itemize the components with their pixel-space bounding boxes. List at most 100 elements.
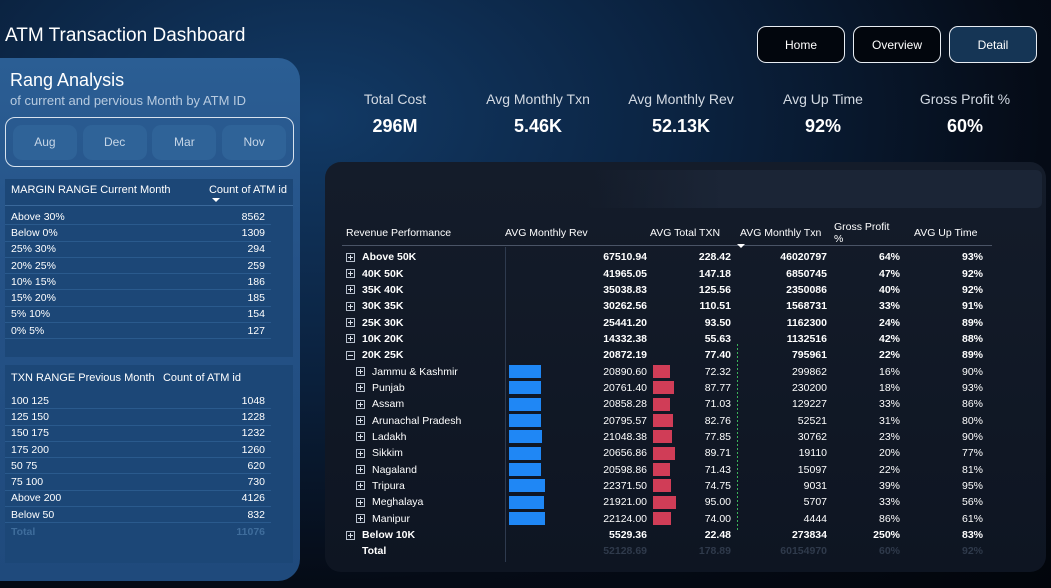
expand-icon[interactable] [356,367,365,377]
txn-range-row[interactable]: 75 100 730 [5,474,271,491]
txn-range-row[interactable]: Above 200 4126 [5,491,271,508]
matrix-group-row[interactable]: 10K 20K 14332.38 55.63 1132516 42% 88% [342,331,992,347]
avg-total-txn-cell: 125.56 [650,284,734,296]
expand-icon[interactable] [346,530,355,540]
matrix-child-row[interactable]: Nagaland 20598.86 71.43 15097 22% 81% [342,461,992,477]
month-chip-dec[interactable]: Dec [82,124,147,160]
txn-range-row[interactable]: 125 150 1228 [5,409,271,426]
margin-range-row[interactable]: 0% 5% 127 [5,323,271,340]
avg-total-txn-cell: 87.77 [650,381,734,395]
avg-up-time-value: 92% [961,545,983,558]
expand-icon[interactable] [346,334,355,344]
avg-total-txn-cell: 228.42 [650,251,734,263]
expand-icon[interactable] [356,416,365,426]
margin-range-row[interactable]: 10% 15% 186 [5,274,271,291]
txn-range-count: 832 [247,508,265,521]
txn-range-column-header[interactable]: TXN RANGE Previous Month [11,372,155,384]
month-chip-mar[interactable]: Mar [152,124,217,160]
txn-range-row[interactable]: Below 50 832 [5,507,271,524]
col-header-avg-monthly-txn[interactable]: AVG Monthly Txn [734,227,830,248]
col-header-avg-up-time[interactable]: AVG Up Time [910,227,985,239]
expand-icon[interactable] [356,465,365,475]
matrix-child-row[interactable]: Jammu & Kashmir 20890.60 72.32 299862 16% 90% [342,363,992,379]
count-column-header-txn[interactable]: Count of ATM id [163,372,241,384]
matrix-group-row[interactable]: 25K 30K 25441.20 93.50 1162300 24% 89% [342,314,992,330]
txn-range-row[interactable]: 100 125 1048 [5,393,271,410]
gross-profit-cell: 22% [830,464,910,476]
matrix-child-row[interactable]: Ladakh 21048.38 77.85 30762 23% 90% [342,429,992,445]
detail-button[interactable]: Detail [949,26,1037,63]
margin-range-row[interactable]: 25% 30% 294 [5,242,271,258]
expand-icon[interactable] [356,383,365,393]
avg-monthly-rev-cell: 41965.05 [505,268,650,280]
avg-monthly-rev-cell: 20890.60 [505,365,650,379]
matrix-group-row[interactable]: 20K 25K 20872.19 77.40 795961 22% 89% [342,347,992,363]
margin-range-column-header[interactable]: MARGIN RANGE Current Month [11,184,171,196]
collapse-icon[interactable] [346,350,355,360]
avg-up-time-cell: 93% [910,251,985,263]
matrix-child-row[interactable]: Meghalaya 21921.00 95.00 5707 33% 56% [342,494,992,510]
expand-icon[interactable] [346,285,355,295]
avg-total-txn-bar [653,463,671,477]
gross-profit-cell: 42% [830,333,910,345]
row-label-text: Above 50K [362,251,417,264]
avg-monthly-txn-cell: 15097 [734,464,830,476]
matrix-child-row[interactable]: Arunachal Pradesh 20795.57 82.76 52521 31% 80… [342,412,992,428]
avg-monthly-txn-value: 15097 [797,463,827,476]
month-chip-nov[interactable]: Nov [222,124,287,160]
txn-range-label: 100 125 [11,394,49,407]
expand-icon[interactable] [346,301,355,311]
avg-total-txn-value: 77.40 [704,349,731,362]
kpi-avg-monthly-rev: Avg Monthly Rev 52.13K [611,91,751,137]
matrix-group-row[interactable]: 40K 50K 41965.05 147.18 6850745 47% 92% [342,265,992,281]
avg-total-txn-bar [653,446,675,460]
row-label: 20K 25K [342,349,505,361]
avg-total-txn-value: 74.00 [704,512,731,525]
txn-range-row[interactable]: 150 175 1232 [5,426,271,442]
txn-range-row[interactable]: 50 75 620 [5,458,271,475]
expand-icon[interactable] [346,269,355,279]
count-column-header[interactable]: Count of ATM id [209,184,287,202]
kpi-gross-profit: Gross Profit % 60% [895,91,1035,137]
expand-icon[interactable] [356,448,365,458]
col-header-gross-profit[interactable]: Gross Profit % [830,221,910,245]
matrix-child-row[interactable]: Sikkim 20656.86 89.71 19110 20% 77% [342,445,992,461]
avg-monthly-txn-cell: 230200 [734,382,830,394]
expand-icon[interactable] [346,318,355,328]
margin-range-row[interactable]: Above 30% 8562 [5,209,271,226]
matrix-group-row[interactable]: Below 10K 5529.36 22.48 273834 250% 83% [342,527,992,543]
matrix-child-row[interactable]: Manipur 22124.00 74.00 4444 86% 61% [342,511,992,527]
matrix-child-row[interactable]: Punjab 20761.40 87.77 230200 18% 93% [342,380,992,396]
expand-icon[interactable] [356,497,365,507]
matrix-group-row[interactable]: 35K 40K 35038.83 125.56 2350086 40% 92% [342,282,992,298]
matrix-group-row[interactable]: Above 50K 67510.94 228.42 46020797 64% 93% [342,249,992,265]
col-header-avg-monthly-rev[interactable]: AVG Monthly Rev [505,227,650,239]
matrix-child-row[interactable]: Tripura 22371.50 74.75 9031 39% 95% [342,478,992,494]
col-header-avg-total-txn[interactable]: AVG Total TXN [650,227,734,239]
margin-range-row[interactable]: Below 0% 1309 [5,225,271,242]
matrix-child-row[interactable]: Assam 20858.28 71.03 129227 33% 86% [342,396,992,412]
avg-monthly-rev-cell: 22124.00 [505,512,650,526]
month-chip-aug[interactable]: Aug [12,124,77,160]
expand-icon[interactable] [356,399,365,409]
avg-monthly-txn-cell: 46020797 [734,251,830,263]
expand-icon[interactable] [346,252,355,262]
avg-up-time-cell: 81% [910,464,985,476]
margin-range-row[interactable]: 15% 20% 185 [5,290,271,307]
txn-range-row[interactable]: 175 200 1260 [5,442,271,459]
avg-up-time-cell: 88% [910,333,985,345]
expand-icon[interactable] [356,432,365,442]
home-button[interactable]: Home [757,26,845,63]
margin-range-row[interactable]: 5% 10% 154 [5,307,271,324]
gross-profit-value: 64% [878,251,900,264]
avg-monthly-rev-value: 14332.38 [603,332,647,345]
txn-total-count: 11076 [236,525,265,538]
avg-up-time-value: 80% [961,414,983,427]
margin-range-row[interactable]: 20% 25% 259 [5,258,271,275]
expand-icon[interactable] [356,514,365,524]
expand-icon[interactable] [356,481,365,491]
col-header-revenue-performance[interactable]: Revenue Performance [342,227,505,239]
matrix-group-row[interactable]: 30K 35K 30262.56 110.51 1568731 33% 91% [342,298,992,314]
overview-button[interactable]: Overview [853,26,941,63]
row-label-text: Below 10K [362,529,416,542]
